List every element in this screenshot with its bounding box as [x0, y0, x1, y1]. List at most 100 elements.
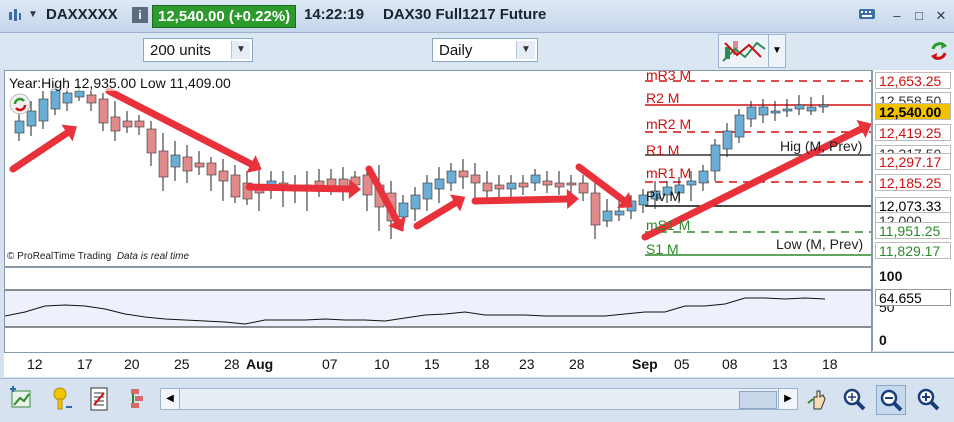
candle-body	[110, 116, 121, 132]
price-tag: 11,829.17	[875, 242, 951, 259]
instrument-label: DAX30 Full1217 Future	[383, 6, 547, 23]
price-tag: 12,297.17	[875, 153, 951, 170]
indicator-band	[5, 290, 871, 327]
maximize-icon[interactable]: □	[910, 7, 928, 25]
indicator-panel[interactable]	[4, 267, 872, 353]
indicator-canvas	[5, 289, 871, 328]
date-tick-label: 10	[374, 356, 390, 372]
candle-body	[170, 154, 181, 168]
candle-body	[194, 162, 205, 168]
candle-body	[410, 194, 421, 210]
trend-arrow	[245, 183, 353, 193]
zoom-fit-icon[interactable]	[840, 385, 868, 413]
pan-icon[interactable]	[804, 385, 832, 413]
candle-body	[206, 162, 217, 176]
drawing-list-icon[interactable]	[86, 385, 114, 413]
horizontal-scrollbar[interactable]: ◀ ▶	[160, 388, 798, 410]
candle-body	[590, 192, 601, 226]
candle-body	[566, 182, 577, 186]
candle-body	[182, 156, 193, 172]
indicator-icon[interactable]	[48, 385, 76, 413]
refresh-icon[interactable]	[928, 37, 950, 65]
candle-body	[602, 210, 613, 222]
chart-header: Year:High 12,935.00 Low 11,409.00	[9, 75, 231, 91]
pivot-label-r1: R1 M	[646, 142, 680, 158]
minimize-icon[interactable]: –	[888, 7, 906, 25]
chart-style-icon[interactable]	[718, 34, 770, 68]
price-axis[interactable]: 12,653.2512,558.5012,540.0012,419.2512,3…	[872, 70, 954, 351]
candle-body	[470, 174, 481, 184]
date-tick-label: 15	[424, 356, 440, 372]
price-tag: 12,653.25	[875, 72, 951, 89]
pivot-label-piv: Piv M	[646, 188, 681, 204]
scroll-left-icon[interactable]: ◀	[161, 389, 180, 409]
scroll-thumb[interactable]	[739, 391, 777, 409]
sync-icon[interactable]	[9, 93, 31, 115]
candle-body	[98, 98, 109, 124]
close-icon[interactable]: ✕	[932, 7, 950, 25]
candle-body	[422, 182, 433, 200]
candle-body	[746, 106, 757, 120]
chart-add-icon[interactable]	[8, 385, 36, 413]
date-tick-label: 12	[27, 356, 43, 372]
units-select[interactable]: 200 units ▼	[143, 38, 253, 62]
chevron-down-icon[interactable]: ▼	[231, 41, 250, 59]
pivot-label-mr1: mR1 M	[646, 165, 692, 181]
candle-body	[782, 108, 793, 112]
bottom-toolbar: ◀ ▶	[0, 378, 954, 421]
chart-style-dropdown-icon[interactable]: ▼	[768, 34, 786, 68]
title-bar: ▼ DAXXXXX i 12,540.00 (+0.22%) 14:22:19 …	[0, 0, 954, 33]
candle-body	[554, 182, 565, 188]
zoom-in-icon[interactable]	[914, 385, 942, 413]
candle-body	[734, 114, 745, 138]
date-tick-label: 13	[772, 356, 788, 372]
symbol-dropdown-icon[interactable]: ▼	[28, 9, 38, 20]
units-value: 200 units	[150, 42, 211, 59]
candle-body	[518, 182, 529, 188]
symbol-label[interactable]: DAXXXXX	[46, 6, 118, 23]
candle-body	[62, 92, 73, 104]
candle-body	[86, 94, 97, 104]
candle-body	[722, 130, 733, 150]
chevron-down-icon[interactable]: ▼	[516, 41, 535, 59]
chart-footer: © ProRealTime Trading Data is real time	[7, 251, 189, 262]
date-tick-label: 17	[77, 356, 93, 372]
date-tick-label: 25	[174, 356, 190, 372]
app-icon	[8, 8, 22, 22]
period-select[interactable]: Daily ▼	[432, 38, 538, 62]
zoom-out-icon[interactable]	[876, 385, 906, 415]
date-tick-label: 18	[822, 356, 838, 372]
indicator-level-100: 100	[879, 268, 903, 284]
price-chart[interactable]: Year:High 12,935.00 Low 11,409.00 © ProR…	[4, 70, 872, 267]
price-tag: 12,540.00	[875, 103, 951, 120]
date-tick-label: 08	[722, 356, 738, 372]
scroll-right-icon[interactable]: ▶	[778, 389, 797, 409]
candle-body	[494, 184, 505, 190]
price-tag: 11,951.25	[875, 222, 951, 239]
candle-body	[578, 182, 589, 194]
candle-body	[50, 88, 61, 110]
candle-body	[38, 98, 49, 122]
date-tick-label: 28	[569, 356, 585, 372]
trend-arrow	[413, 199, 459, 230]
pivot-label-s1: S1 M	[646, 241, 679, 257]
candle-body	[758, 106, 769, 116]
keyboard-icon[interactable]	[858, 7, 876, 25]
info-icon[interactable]: i	[132, 7, 148, 23]
date-tick-label: 07	[322, 356, 338, 372]
candle-body	[686, 180, 697, 186]
candle-body	[122, 120, 133, 128]
price-tag: 12,185.25	[875, 174, 951, 191]
clock-label: 14:22:19	[304, 6, 365, 23]
trend-arrow-head	[566, 189, 579, 209]
object-tree-icon[interactable]	[124, 385, 152, 413]
candle-body	[458, 170, 469, 178]
candle-body	[146, 128, 157, 154]
candle-body	[794, 104, 805, 110]
candle-body	[482, 182, 493, 192]
date-axis[interactable]: 12 17 20 25 28 Aug 07 10 15 18 23 28 Sep 05 08 13 18	[4, 352, 954, 377]
candle-body	[218, 170, 229, 182]
period-value: Daily	[439, 42, 473, 59]
candle-body	[542, 180, 553, 186]
candle-body	[230, 174, 241, 198]
